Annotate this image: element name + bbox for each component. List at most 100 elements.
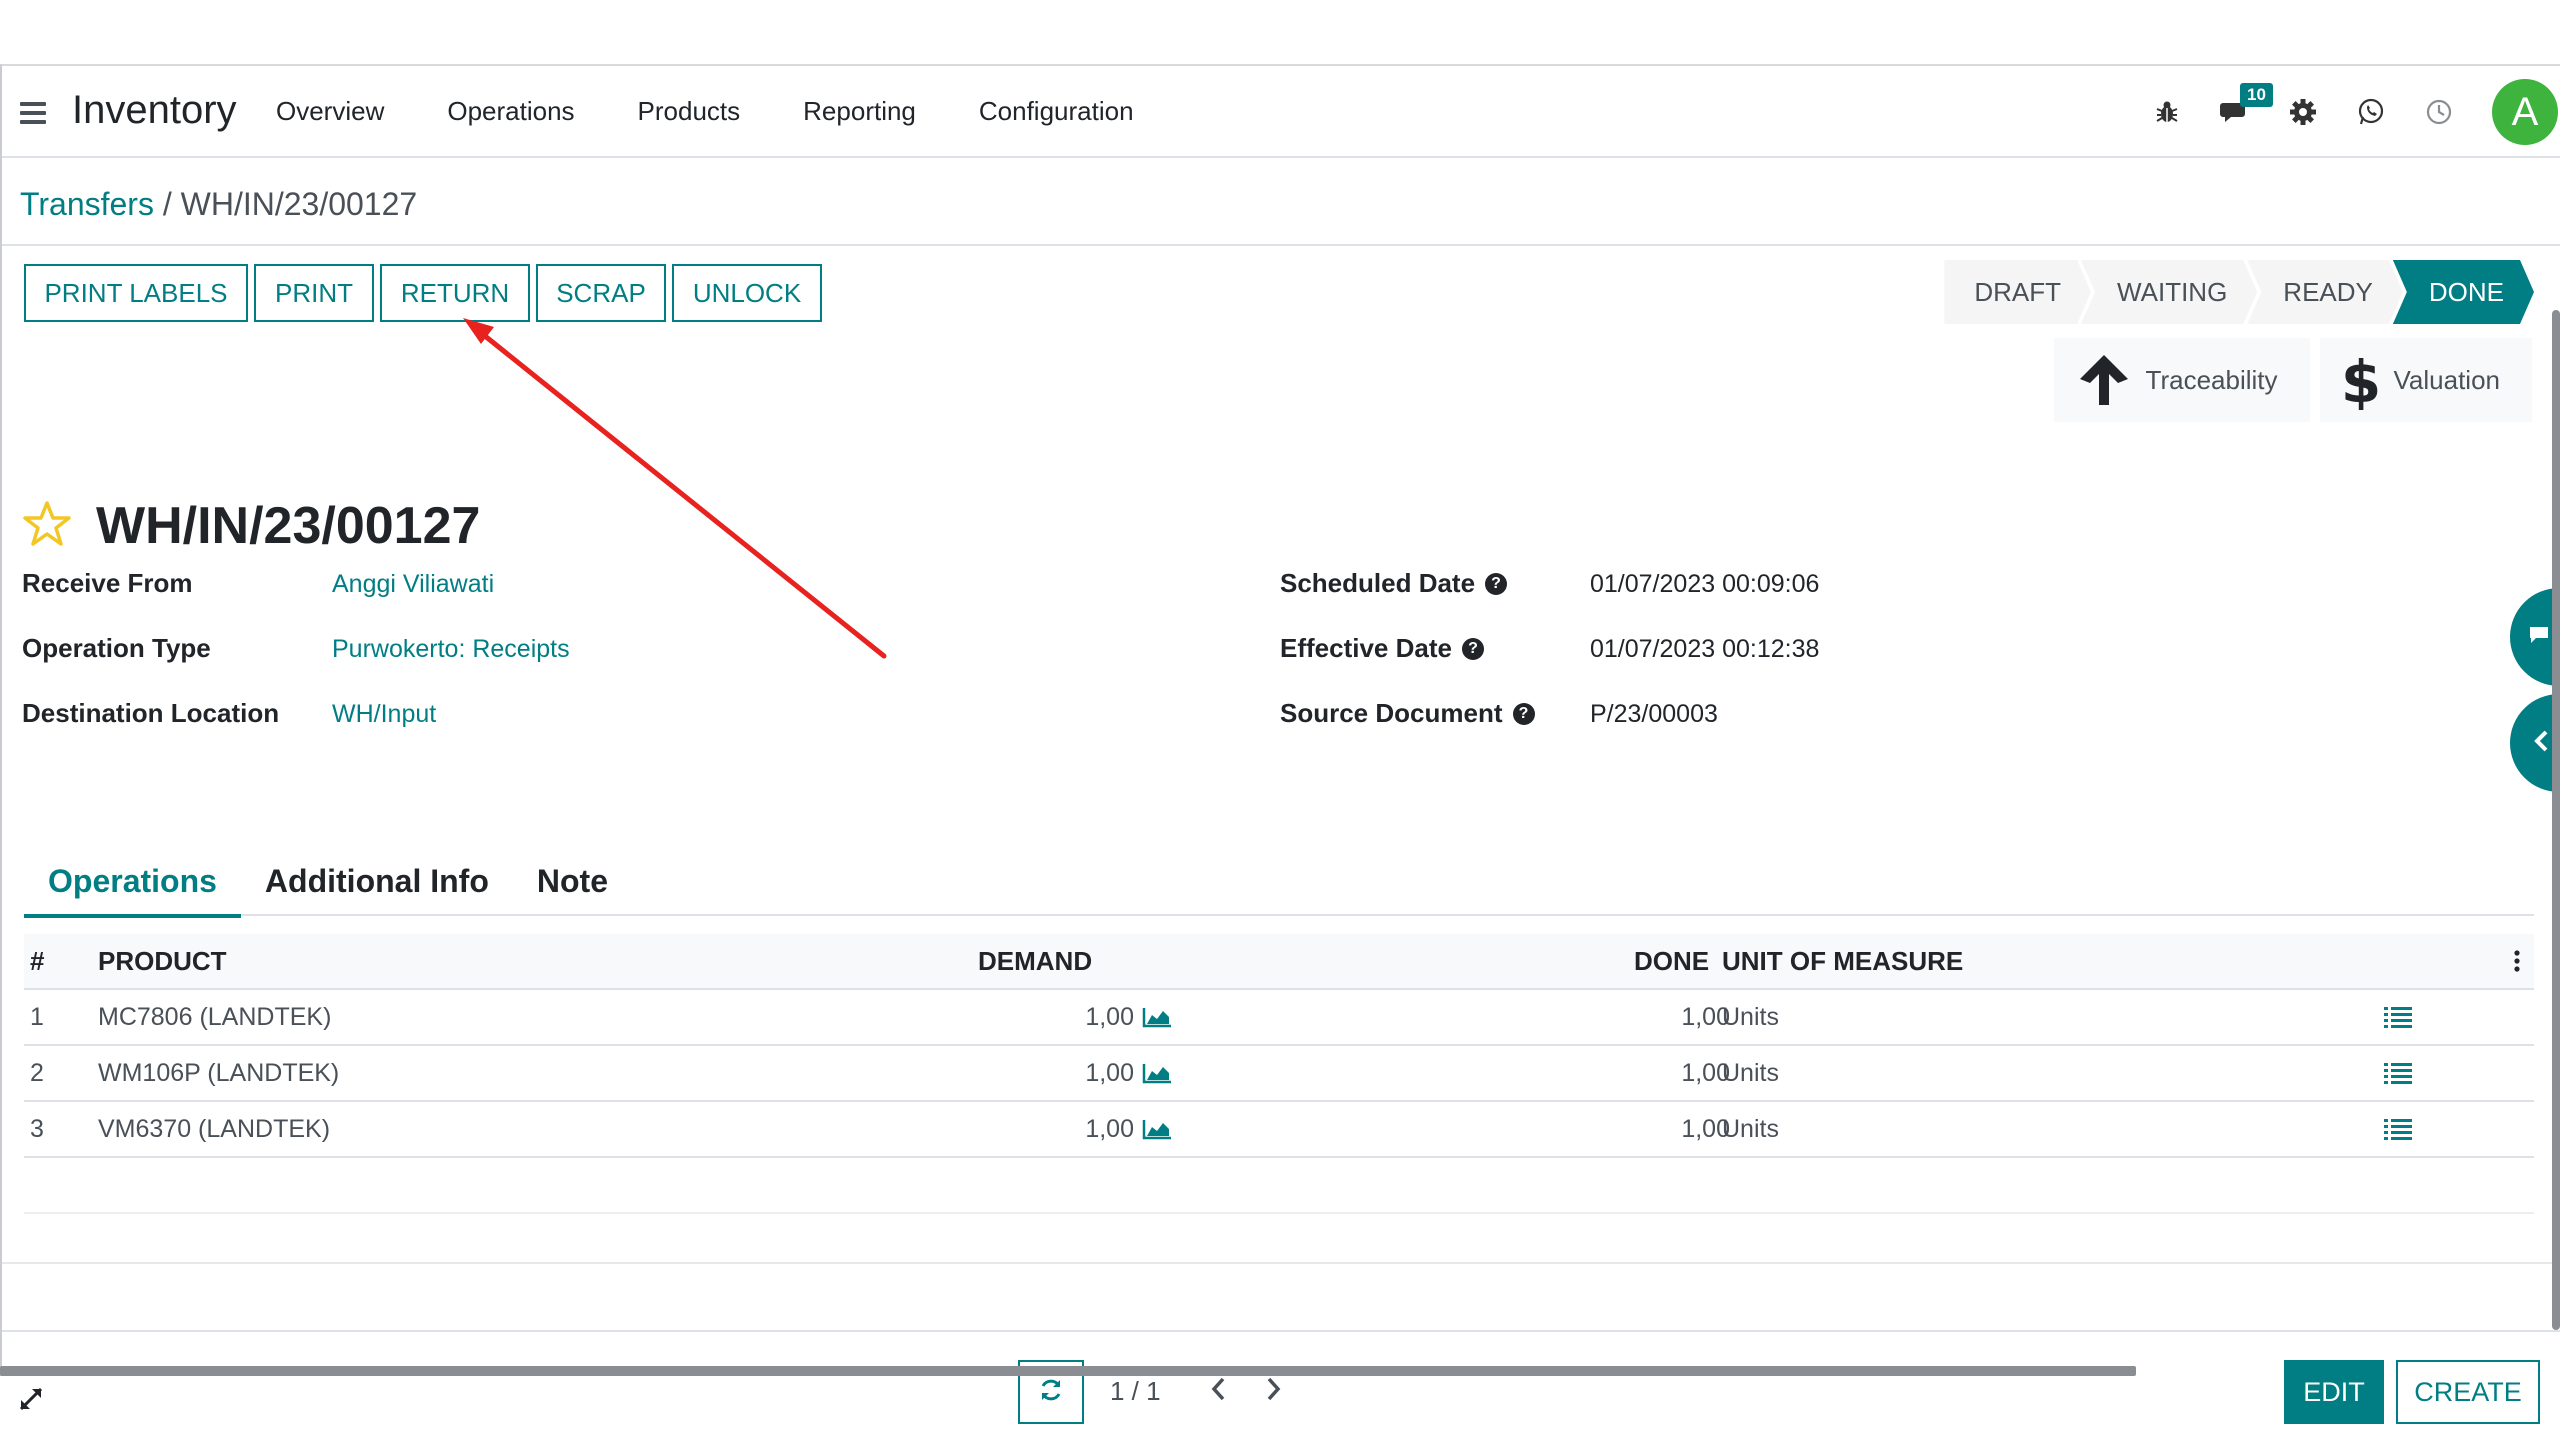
help-icon[interactable]: ? bbox=[1485, 572, 1508, 595]
row-num: 2 bbox=[30, 1058, 44, 1087]
header-num: # bbox=[30, 945, 45, 976]
create-button[interactable]: CREATE bbox=[2396, 1360, 2540, 1424]
table-empty-row bbox=[24, 1158, 2534, 1214]
chevron-left-icon bbox=[1210, 1377, 1228, 1408]
star-icon[interactable] bbox=[22, 500, 72, 553]
print-labels-button[interactable]: PRINT LABELS bbox=[24, 264, 248, 322]
chat-icon[interactable]: 10 bbox=[2220, 83, 2273, 127]
receive-from-value[interactable]: Anggi Viliawati bbox=[332, 570, 494, 599]
gear-icon[interactable] bbox=[2288, 97, 2318, 127]
app-title[interactable]: Inventory bbox=[72, 88, 237, 133]
source-document-value: P/23/00003 bbox=[1590, 700, 1718, 728]
record-name: WH/IN/23/00127 bbox=[96, 497, 481, 555]
pager-value[interactable]: 1 / 1 bbox=[1110, 1376, 1161, 1407]
sheet-bottom-divider bbox=[2, 1262, 2560, 1264]
area-chart-icon[interactable] bbox=[1142, 990, 1172, 1044]
effective-date-label-text: Effective Date bbox=[1280, 633, 1452, 663]
valuation-button[interactable]: $ Valuation bbox=[2319, 338, 2532, 422]
menu-item-products[interactable]: Products bbox=[638, 96, 741, 127]
tab-additional-info[interactable]: Additional Info bbox=[241, 846, 513, 916]
pager-next-button[interactable] bbox=[1264, 1376, 1282, 1409]
stage-done[interactable]: DONE bbox=[2393, 260, 2534, 324]
list-icon[interactable] bbox=[2384, 1102, 2412, 1156]
expand-icon[interactable] bbox=[18, 1386, 44, 1417]
menu-item-overview[interactable]: Overview bbox=[276, 96, 384, 127]
row-demand[interactable]: 1,00 bbox=[1085, 1046, 1134, 1100]
menu-item-configuration[interactable]: Configuration bbox=[979, 96, 1134, 127]
row-num: 1 bbox=[30, 1002, 44, 1031]
operation-type-label: Operation Type bbox=[22, 633, 211, 663]
main-menu: Overview Operations Products Reporting C… bbox=[276, 96, 1197, 127]
row-product[interactable]: MC7806 (LANDTEK) bbox=[98, 990, 331, 1044]
control-panel-divider bbox=[2, 244, 2560, 246]
tab-note[interactable]: Note bbox=[513, 846, 632, 916]
menu-item-operations[interactable]: Operations bbox=[447, 96, 574, 127]
pager-previous-button[interactable] bbox=[1210, 1376, 1228, 1409]
receive-from-label: Receive From bbox=[22, 568, 193, 598]
systray: 10 A bbox=[2152, 66, 2560, 158]
stage-draft[interactable]: DRAFT bbox=[1944, 260, 2091, 324]
bug-icon[interactable] bbox=[2152, 97, 2182, 127]
scheduled-date-label-text: Scheduled Date bbox=[1280, 568, 1476, 598]
destination-location-value[interactable]: WH/Input bbox=[332, 700, 436, 729]
chevron-right-icon bbox=[1264, 1377, 1282, 1408]
record-title: WH/IN/23/00127 bbox=[22, 496, 480, 556]
breadcrumb-transfers-link[interactable]: Transfers bbox=[20, 186, 154, 222]
row-uom: Units bbox=[1722, 1002, 1779, 1031]
print-button[interactable]: PRINT bbox=[254, 264, 374, 322]
stage-waiting[interactable]: WAITING bbox=[2081, 260, 2257, 324]
row-uom: Units bbox=[1722, 1114, 1779, 1143]
table-row[interactable]: 2 WM106P (LANDTEK) 1,00 1,00 Units bbox=[24, 1046, 2534, 1102]
help-icon[interactable]: ? bbox=[1512, 702, 1535, 725]
menu-icon[interactable] bbox=[20, 102, 46, 124]
app-window: Inventory Overview Operations Products R… bbox=[0, 64, 2560, 1440]
vertical-scrollbar[interactable] bbox=[2552, 310, 2560, 1330]
notebook-tabs: Operations Additional Info Note bbox=[24, 846, 2534, 918]
help-icon[interactable]: ? bbox=[1461, 637, 1484, 660]
dollar-icon: $ bbox=[2344, 350, 2378, 410]
header-uom[interactable]: UNIT OF MEASURE bbox=[1722, 934, 1963, 988]
smart-buttons: Traceability $ Valuation bbox=[2044, 338, 2532, 422]
chat-bubble-icon bbox=[2528, 625, 2550, 650]
unlock-button[interactable]: UNLOCK bbox=[672, 264, 822, 322]
traceability-button[interactable]: Traceability bbox=[2053, 338, 2310, 422]
header-demand[interactable]: DEMAND bbox=[978, 934, 1092, 988]
row-product[interactable]: WM106P (LANDTEK) bbox=[98, 1046, 339, 1100]
table-row[interactable]: 3 VM6370 (LANDTEK) 1,00 1,00 Units bbox=[24, 1102, 2534, 1158]
tab-operations[interactable]: Operations bbox=[24, 846, 241, 918]
area-chart-icon[interactable] bbox=[1142, 1046, 1172, 1100]
header-done[interactable]: DONE bbox=[1634, 934, 1709, 988]
user-avatar[interactable]: A bbox=[2492, 79, 2558, 145]
top-navbar: Inventory Overview Operations Products R… bbox=[2, 66, 2560, 158]
clock-icon[interactable] bbox=[2424, 97, 2454, 127]
source-document-label: Source Document ? bbox=[1280, 698, 1535, 729]
menu-item-reporting[interactable]: Reporting bbox=[803, 96, 916, 127]
arrow-up-icon bbox=[2078, 353, 2130, 407]
table-row[interactable]: 1 MC7806 (LANDTEK) 1,00 1,00 Units bbox=[24, 990, 2534, 1046]
list-icon[interactable] bbox=[2384, 1046, 2412, 1100]
valuation-label: Valuation bbox=[2393, 364, 2501, 395]
area-chart-icon[interactable] bbox=[1142, 1102, 1172, 1156]
traceability-label: Traceability bbox=[2145, 364, 2278, 395]
whatsapp-icon[interactable] bbox=[2356, 97, 2386, 127]
stage-ready[interactable]: READY bbox=[2247, 260, 2403, 324]
edit-button[interactable]: EDIT bbox=[2284, 1360, 2384, 1424]
breadcrumb: Transfers / WH/IN/23/00127 bbox=[20, 186, 417, 223]
list-icon[interactable] bbox=[2384, 990, 2412, 1044]
row-product[interactable]: VM6370 (LANDTEK) bbox=[98, 1102, 330, 1156]
bottom-bar: 1 / 1 EDIT CREATE bbox=[2, 1330, 2560, 1440]
row-num: 3 bbox=[30, 1114, 44, 1143]
action-buttons: PRINT LABELS PRINT RETURN SCRAP UNLOCK bbox=[24, 264, 828, 322]
row-demand[interactable]: 1,00 bbox=[1085, 990, 1134, 1044]
return-button[interactable]: RETURN bbox=[380, 264, 530, 322]
row-demand[interactable]: 1,00 bbox=[1085, 1102, 1134, 1156]
operation-type-value[interactable]: Purwokerto: Receipts bbox=[332, 635, 570, 664]
status-bar: DRAFT WAITING READY DONE bbox=[1954, 260, 2534, 324]
kebab-icon[interactable] bbox=[2514, 934, 2520, 988]
breadcrumb-current: WH/IN/23/00127 bbox=[180, 186, 418, 222]
table-header: # PRODUCT DEMAND DONE UNIT OF MEASURE bbox=[24, 934, 2534, 990]
source-document-label-text: Source Document bbox=[1280, 698, 1503, 728]
header-product[interactable]: PRODUCT bbox=[98, 934, 227, 988]
scrap-button[interactable]: SCRAP bbox=[536, 264, 666, 322]
horizontal-scrollbar[interactable] bbox=[0, 1366, 2136, 1376]
